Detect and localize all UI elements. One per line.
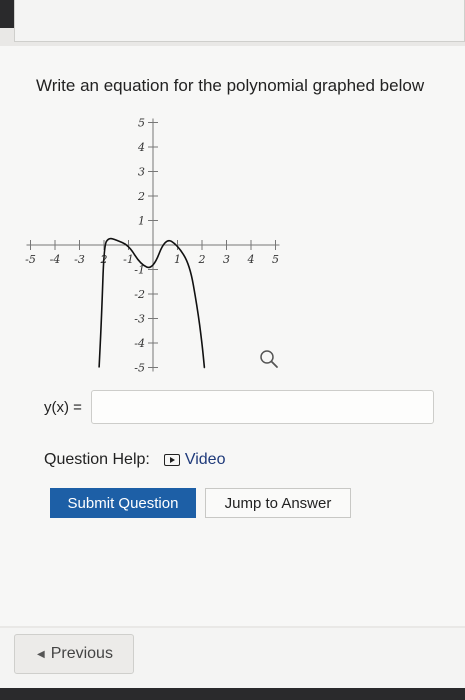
- x-tick-label: 1: [174, 253, 181, 266]
- x-tick-label: -1: [123, 253, 134, 266]
- submit-question-button[interactable]: Submit Question: [50, 488, 196, 518]
- x-tick-label: -4: [50, 253, 61, 266]
- magnifier-icon[interactable]: [258, 348, 280, 370]
- x-tick-label: 2: [198, 253, 206, 266]
- y-tick-label: -5: [134, 362, 145, 375]
- play-icon: [163, 454, 180, 466]
- previous-button[interactable]: ◀ Previous: [14, 634, 134, 674]
- answer-input[interactable]: [91, 390, 434, 424]
- y-tick-label: 5: [138, 117, 145, 130]
- question-help-label: Question Help:: [44, 451, 150, 468]
- previous-card-edge: [14, 0, 465, 42]
- x-tick-label: 4: [247, 253, 255, 266]
- previous-button-label: Previous: [50, 645, 113, 662]
- y-tick-label: -3: [134, 313, 145, 326]
- video-link-label: Video: [184, 451, 226, 468]
- polynomial-curve: [98, 237, 206, 369]
- x-tick-label: 5: [272, 253, 279, 266]
- x-tick-label: -5: [25, 253, 36, 266]
- answer-label: y(x) =: [44, 399, 82, 416]
- left-arrow-icon: ◀: [37, 648, 45, 660]
- video-link[interactable]: Video: [163, 451, 226, 469]
- y-tick-label: 2: [137, 190, 145, 203]
- x-tick-label: -3: [74, 253, 85, 266]
- bottom-bar: [0, 688, 465, 700]
- polynomial-graph: -5 -4 -3 2 -1 1 2 3 4 5 -5 -4 -3 -2 -1 1 2 3 4 5: [25, 106, 300, 386]
- jump-to-answer-button[interactable]: Jump to Answer: [205, 488, 351, 518]
- y-tick-label: -4: [134, 337, 145, 350]
- question-help: Question Help: Video: [44, 451, 225, 469]
- y-tick-label: 4: [137, 141, 145, 154]
- x-tick-label: 3: [223, 253, 230, 266]
- y-tick-label: -2: [134, 288, 145, 301]
- question-text: Write an equation for the polynomial gra…: [36, 76, 425, 95]
- graph-svg: -5 -4 -3 2 -1 1 2 3 4 5-5-4-3-2-112345: [25, 117, 280, 375]
- y-tick-label: 1: [138, 215, 145, 228]
- question-card: Write an equation for the polynomial gra…: [0, 46, 465, 626]
- y-tick-label: 3: [138, 166, 145, 179]
